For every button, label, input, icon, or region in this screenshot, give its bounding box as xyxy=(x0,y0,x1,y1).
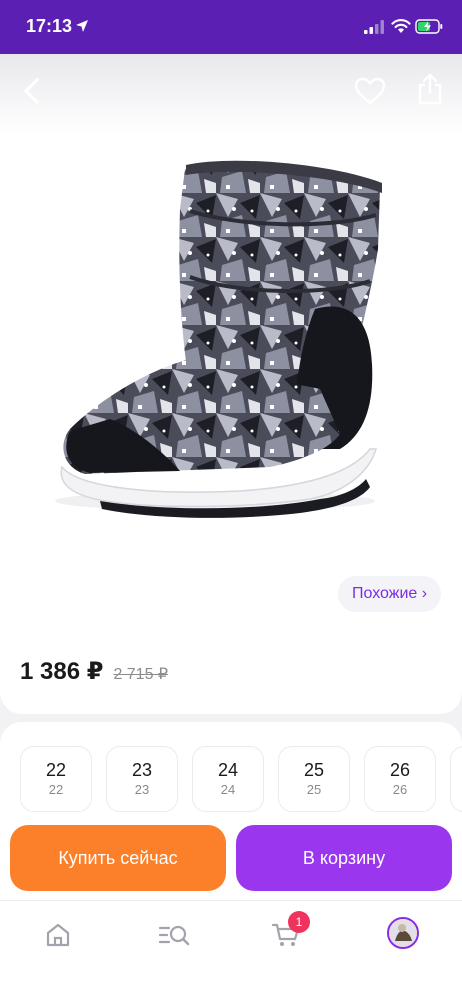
nav-home[interactable] xyxy=(36,917,80,953)
size-selector-panel: 22 22 23 23 24 24 25 25 26 26 xyxy=(0,722,462,922)
status-time: 17:13 xyxy=(26,16,73,36)
nav-catalog[interactable] xyxy=(152,917,196,953)
size-secondary: 24 xyxy=(220,782,236,797)
home-icon xyxy=(46,923,70,947)
size-secondary: 22 xyxy=(48,782,64,797)
size-value: 26 xyxy=(389,760,411,780)
size-secondary: 26 xyxy=(392,782,408,797)
back-arrow-icon[interactable] xyxy=(18,76,48,106)
size-option[interactable]: 22 22 xyxy=(20,746,92,812)
location-arrow-icon xyxy=(76,20,88,32)
current-price: 1 386 ₽ xyxy=(20,658,104,685)
size-secondary: 25 xyxy=(306,782,322,797)
similar-products-chip[interactable]: Похожие › xyxy=(338,576,442,612)
size-value: 24 xyxy=(217,760,239,780)
cellular-signal-icon xyxy=(364,20,384,34)
product-page: 17:13 Похожие › 1 386 ₽ 2 715 ₽ 22 22 23… xyxy=(0,0,462,1000)
size-value: 23 xyxy=(131,760,153,780)
size-list: 22 22 23 23 24 24 25 25 26 26 xyxy=(20,746,462,812)
size-option-partial[interactable] xyxy=(450,746,462,812)
profile-avatar[interactable] xyxy=(387,917,419,949)
avatar-image xyxy=(389,919,417,947)
product-image-area: Похожие › 1 386 ₽ 2 715 ₽ xyxy=(0,54,462,714)
size-option[interactable]: 26 26 xyxy=(364,746,436,812)
size-value: 22 xyxy=(45,760,67,780)
add-to-cart-button[interactable]: В корзину xyxy=(236,825,452,891)
size-option[interactable]: 24 24 xyxy=(192,746,264,812)
share-icon[interactable] xyxy=(415,72,445,106)
size-option[interactable]: 25 25 xyxy=(278,746,350,812)
buy-now-button[interactable]: Купить сейчас xyxy=(10,825,226,891)
product-photo-boot[interactable] xyxy=(40,149,400,519)
size-secondary: 23 xyxy=(134,782,150,797)
bottom-navigation: 1 xyxy=(0,900,462,1000)
cart-count-badge: 1 xyxy=(288,911,310,933)
old-price: 2 715 ₽ xyxy=(113,666,169,683)
wifi-icon xyxy=(391,19,411,33)
heart-icon[interactable] xyxy=(354,76,386,106)
status-bar: 17:13 xyxy=(0,0,462,54)
battery-charging-icon xyxy=(415,19,443,34)
catalog-search-icon xyxy=(158,925,190,946)
size-option[interactable]: 23 23 xyxy=(106,746,178,812)
price-row: 1 386 ₽ 2 715 ₽ xyxy=(20,657,168,686)
size-value: 25 xyxy=(303,760,325,780)
